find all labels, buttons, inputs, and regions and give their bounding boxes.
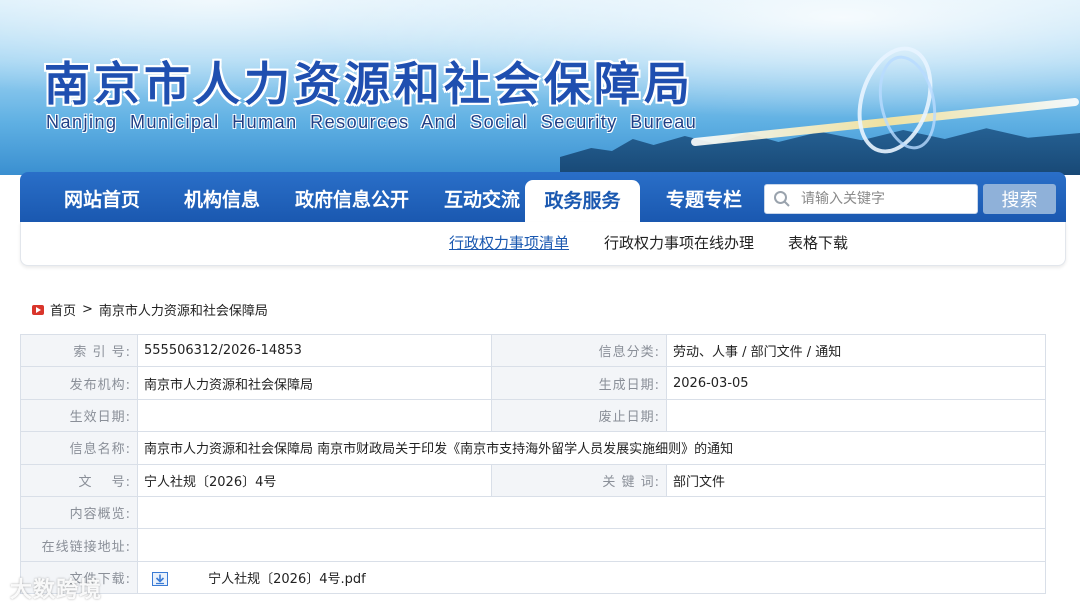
effective-date-label: 生效日期: [20,398,138,433]
sub-nav: 行政权力事项清单 行政权力事项在线办理 表格下载 [20,222,1066,266]
search-input[interactable] [801,185,971,213]
doc-number-value: 宁人社规〔2026〕4号 [137,463,492,497]
table-row: 文 号: 宁人社规〔2026〕4号 关 键 词: 部门文件 [20,463,1046,497]
nav-home[interactable]: 网站首页 [42,172,162,222]
online-link-label: 在线链接地址: [20,528,138,562]
breadcrumb-current[interactable]: 南京市人力资源和社会保障局 [99,300,268,319]
expiry-date-label: 废止日期: [491,398,667,433]
table-row: 信息名称: 南京市人力资源和社会保障局 南京市财政局关于印发《南京市支持海外留学… [20,431,1046,465]
summary-label: 内容概览: [20,495,138,530]
download-icon[interactable] [152,572,168,587]
table-row: 内容概览: [20,495,1046,530]
breadcrumb: 首页 > 南京市人力资源和社会保障局 [32,300,268,319]
header-banner: 南京市人力资源和社会保障局 Nanjing Municipal Human Re… [0,0,1080,175]
breadcrumb-separator: > [82,302,93,317]
online-link-value [137,528,1046,562]
expiry-date-value [666,398,1046,433]
site-title-cn: 南京市人力资源和社会保障局 [44,57,694,111]
created-date-value: 2026-03-05 [666,366,1046,400]
info-name-value: 南京市人力资源和社会保障局 南京市财政局关于印发《南京市支持海外留学人员发展实施… [137,431,1046,465]
subnav-online-processing[interactable]: 行政权力事项在线办理 [604,222,754,264]
publisher-value: 南京市人力资源和社会保障局 [137,366,492,400]
document-info-table: 索 引 号: 555506312/2026-14853 信息分类: 劳动、人事 … [20,333,1046,595]
breadcrumb-home[interactable]: 首页 [50,300,76,319]
index-label: 索 引 号: [20,333,138,368]
keywords-value: 部门文件 [666,463,1046,497]
index-value: 555506312/2026-14853 [137,333,492,368]
nav-special-topics[interactable]: 专题专栏 [644,172,764,222]
nav-interaction[interactable]: 互动交流 [422,172,542,222]
nav-gov-disclosure[interactable]: 政府信息公开 [282,172,422,222]
table-row: 发布机构: 南京市人力资源和社会保障局 生成日期: 2026-03-05 [20,366,1046,400]
category-value: 劳动、人事 / 部门文件 / 通知 [666,333,1046,368]
info-name-label: 信息名称: [20,431,138,465]
table-row: 生效日期: 废止日期: [20,398,1046,433]
keywords-label: 关 键 词: [491,463,667,497]
table-row: 在线链接地址: [20,528,1046,562]
table-row: 文件下载: 宁人社规〔2026〕4号.pdf [20,560,1046,595]
watermark: 大数跨境 [10,578,103,603]
effective-date-value [137,398,492,433]
subnav-power-list[interactable]: 行政权力事项清单 [449,222,569,264]
nav-org-info[interactable]: 机构信息 [162,172,282,222]
created-date-label: 生成日期: [491,366,667,400]
main-nav: 网站首页 机构信息 政府信息公开 互动交流 政务服务 专题专栏 搜索 [20,172,1066,222]
category-label: 信息分类: [491,333,667,368]
file-download-cell: 宁人社规〔2026〕4号.pdf [137,560,1046,595]
site-title-en: Nanjing Municipal Human Resources And So… [46,112,698,132]
nav-gov-services[interactable]: 政务服务 [525,180,640,222]
file-download-link[interactable]: 宁人社规〔2026〕4号.pdf [208,572,366,587]
doc-number-label: 文 号: [20,463,138,497]
play-icon [32,304,44,315]
search-button[interactable]: 搜索 [983,184,1056,214]
table-row: 索 引 号: 555506312/2026-14853 信息分类: 劳动、人事 … [20,333,1046,368]
search-icon [774,191,790,207]
summary-value [137,495,1046,530]
subnav-form-download[interactable]: 表格下载 [788,222,848,264]
publisher-label: 发布机构: [20,366,138,400]
search-box [764,184,978,214]
